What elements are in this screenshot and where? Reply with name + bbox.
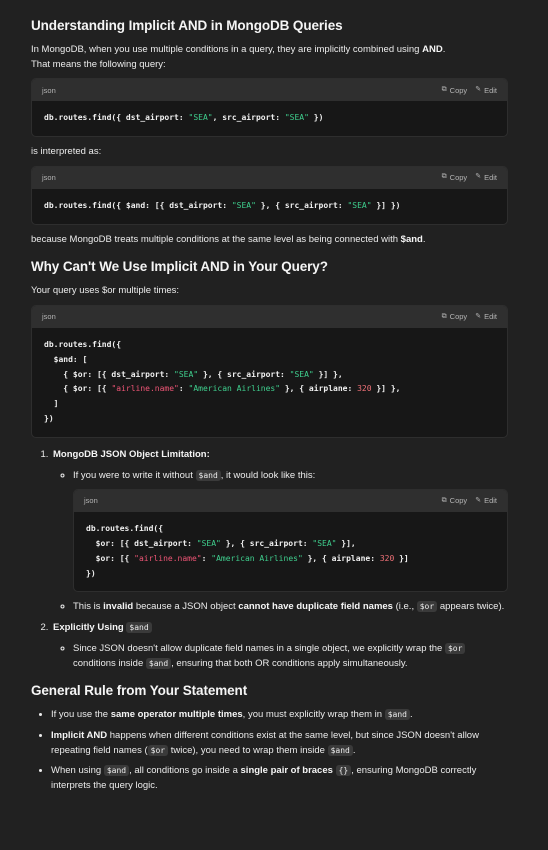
list-item: If you use the same operator multiple ti…	[51, 708, 508, 723]
list-item: MongoDB JSON Object Limitation: If you w…	[51, 448, 508, 615]
code-block-3: json ⧉ Copy ✎ Edit db.routes.find({ $and: …	[31, 305, 508, 438]
edit-button[interactable]: ✎ Edit	[475, 172, 497, 184]
code-language-label: json	[42, 312, 56, 322]
code-language-label: json	[42, 173, 56, 183]
code-block-header: json ⧉ Copy ✎ Edit	[32, 306, 507, 329]
paragraph-interpreted: is interpreted as:	[31, 146, 102, 158]
copy-button[interactable]: ⧉ Copy	[442, 311, 468, 323]
edit-button[interactable]: ✎ Edit	[475, 311, 497, 323]
code-block-header: json ⧉ Copy ✎ Edit	[74, 490, 507, 513]
code-content: db.routes.find({ $and: [{ dst_airport: "…	[44, 200, 401, 210]
code-content: db.routes.find({ dst_airport: "SEA", src…	[44, 113, 324, 123]
code-block-header: json ⧉ Copy ✎ Edit	[32, 79, 507, 102]
code-content: db.routes.find({ $and: [ { $or: [{ dst_a…	[44, 340, 401, 424]
list-item: Explicitly Using $and Since JSON doesn't…	[51, 621, 508, 671]
edit-button[interactable]: ✎ Edit	[475, 85, 497, 97]
code-block-1: json ⧉ Copy ✎ Edit db.routes.find({ dst_ai…	[31, 78, 508, 138]
code-block-4: json ⧉ Copy ✎ Edit db.routes.find({ $or: […	[73, 489, 508, 593]
code-language-label: json	[42, 85, 56, 95]
copy-icon: ⧉	[441, 496, 447, 504]
copy-icon: ⧉	[441, 173, 447, 181]
heading-general-rule: General Rule from Your Statement	[31, 683, 248, 699]
list-item: Since JSON doesn't allow duplicate field…	[73, 642, 508, 671]
edit-button[interactable]: ✎ Edit	[475, 495, 497, 507]
code-content: db.routes.find({ $or: [{ dst_airport: "S…	[86, 524, 409, 578]
numbered-list: MongoDB JSON Object Limitation: If you w…	[31, 448, 508, 672]
list-item: This is invalid because a JSON object ca…	[73, 600, 508, 615]
bullet-list: If you use the same operator multiple ti…	[31, 708, 508, 794]
list-item: When using $and, all conditions go insid…	[51, 764, 508, 793]
edit-icon: ✎	[475, 85, 482, 93]
edit-icon: ✎	[475, 496, 482, 504]
paragraph-intro: In MongoDB, when you use multiple condit…	[31, 43, 446, 70]
copy-button[interactable]: ⧉ Copy	[442, 495, 468, 507]
edit-icon: ✎	[475, 173, 482, 181]
chat-message: Understanding Implicit AND in MongoDB Qu…	[0, 0, 548, 794]
code-language-label: json	[84, 496, 98, 506]
copy-button[interactable]: ⧉ Copy	[442, 85, 468, 97]
copy-icon: ⧉	[441, 85, 447, 93]
heading-understanding-implicit-and: Understanding Implicit AND in MongoDB Qu…	[31, 18, 343, 33]
copy-icon: ⧉	[441, 312, 447, 320]
edit-icon: ✎	[475, 312, 482, 320]
heading-why-cant: Why Can't We Use Implicit AND in Your Qu…	[31, 259, 328, 275]
code-block-header: json ⧉ Copy ✎ Edit	[32, 166, 507, 189]
list-item: If you were to write it without $and, it…	[73, 469, 508, 593]
paragraph-because: because MongoDB treats multiple conditio…	[31, 233, 426, 245]
list-item: Implicit AND happens when different cond…	[51, 729, 508, 758]
paragraph-query-uses-or: Your query uses $or multiple times:	[31, 285, 180, 297]
code-block-2: json ⧉ Copy ✎ Edit db.routes.find({ $and: …	[31, 165, 508, 225]
copy-button[interactable]: ⧉ Copy	[442, 172, 468, 184]
